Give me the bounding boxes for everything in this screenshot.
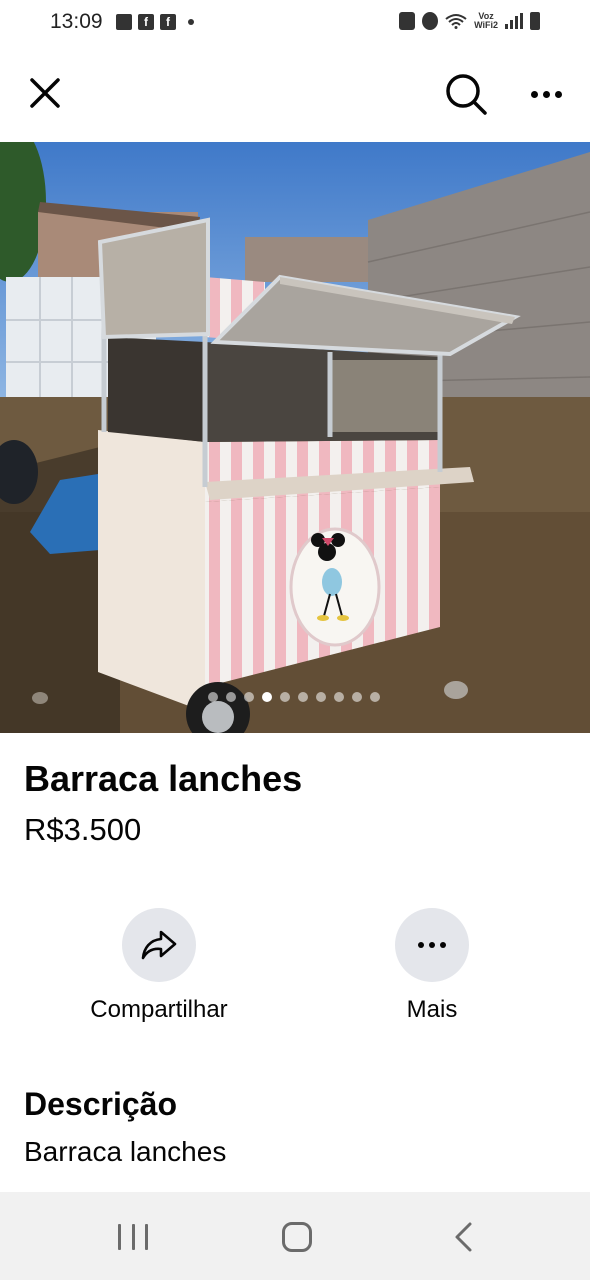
- pager-dot[interactable]: [370, 692, 380, 702]
- pager-dot[interactable]: [280, 692, 290, 702]
- status-bar: 13:09 f f Voz WiFi2: [0, 0, 590, 46]
- voz-wifi-label: Voz WiFi2: [474, 11, 498, 30]
- pager-dot[interactable]: [262, 692, 272, 702]
- status-right-icons: Voz WiFi2: [399, 12, 540, 30]
- photo-pager[interactable]: [208, 692, 380, 702]
- facebook-icon: f: [160, 14, 176, 30]
- share-button-circle[interactable]: [122, 908, 196, 982]
- home-button[interactable]: [282, 1222, 312, 1252]
- pager-dot[interactable]: [352, 692, 362, 702]
- back-icon: [455, 1222, 472, 1252]
- pager-dot[interactable]: [226, 692, 236, 702]
- listing-photo[interactable]: [0, 142, 590, 733]
- listing-price: R$3.500: [24, 812, 142, 847]
- alarm-icon: [422, 12, 439, 30]
- signal-icon: [505, 13, 523, 29]
- status-left-icons: f f: [116, 14, 194, 30]
- recents-icon: [118, 1224, 121, 1250]
- share-button[interactable]: Compartilhar: [49, 908, 269, 1024]
- close-button[interactable]: [22, 70, 68, 116]
- share-icon: [141, 930, 177, 960]
- pager-dot[interactable]: [298, 692, 308, 702]
- system-nav-bar: [0, 1192, 590, 1280]
- more-label: Mais: [406, 996, 458, 1023]
- description-heading: Descrição: [24, 1086, 177, 1122]
- recents-button[interactable]: [118, 1224, 148, 1250]
- back-button[interactable]: [448, 1220, 478, 1254]
- share-label: Compartilhar: [90, 996, 228, 1023]
- pager-dot[interactable]: [334, 692, 344, 702]
- top-app-bar: [0, 46, 590, 142]
- search-button[interactable]: [440, 68, 492, 118]
- gallery-icon: [116, 14, 132, 30]
- wifi-icon: [445, 14, 467, 29]
- more-options-button[interactable]: [522, 72, 570, 116]
- more-button[interactable]: Mais: [322, 908, 542, 1024]
- cart-photo-illustration: [0, 142, 590, 733]
- battery-icon: [530, 12, 540, 30]
- pager-dot[interactable]: [208, 692, 218, 702]
- more-horizontal-icon: [418, 942, 446, 948]
- alarm-lock-icon: [399, 12, 416, 30]
- facebook-icon: f: [138, 14, 154, 30]
- more-button-circle[interactable]: [395, 908, 469, 982]
- status-time: 13:09: [50, 10, 103, 33]
- close-icon: [30, 78, 60, 108]
- description-text: Barraca lanches: [24, 1136, 227, 1167]
- pager-dot[interactable]: [316, 692, 326, 702]
- notification-dot-icon: [188, 19, 194, 25]
- listing-title: Barraca lanches: [24, 758, 303, 799]
- search-icon: [446, 74, 487, 115]
- pager-dot[interactable]: [244, 692, 254, 702]
- more-horizontal-icon: [530, 90, 538, 98]
